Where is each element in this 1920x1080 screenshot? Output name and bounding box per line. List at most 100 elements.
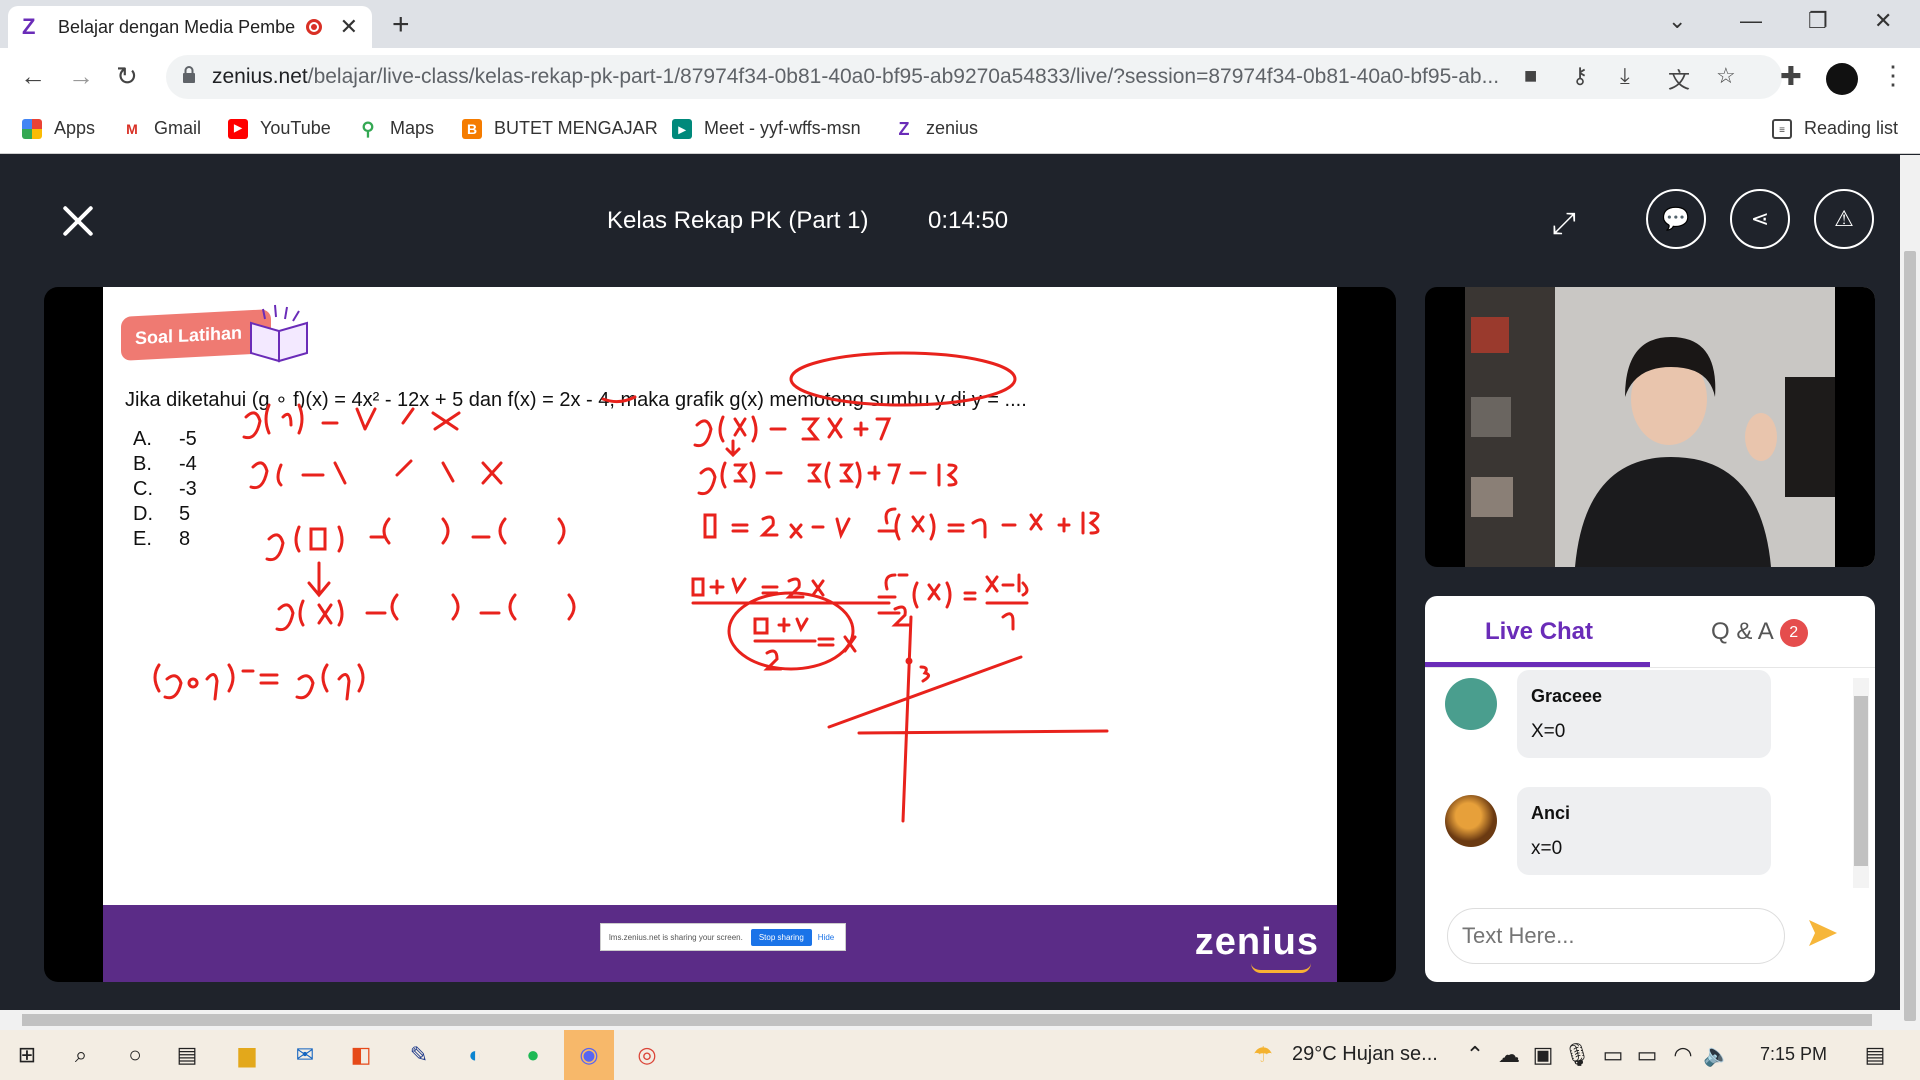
presentation-stage: Soal Latihan Jika diketahui (g ∘ f)(x) =… (44, 287, 1396, 982)
class-timer: 0:14:50 (928, 207, 1009, 234)
live-class-page: Kelas Rekap PK (Part 1) 0:14:50 ⤢ 💬 ⋖ ⚠ … (0, 155, 1900, 1010)
restore-button[interactable]: ❐ (1808, 8, 1828, 34)
battery-icon[interactable]: ▭ (1632, 1040, 1662, 1070)
chat-input[interactable] (1447, 908, 1785, 964)
close-window-button[interactable]: ✕ (1874, 8, 1892, 34)
menu-dots-icon[interactable]: ⋮ (1880, 60, 1906, 91)
message-author: Anci (1531, 803, 1571, 823)
maps-pin-icon: ⚲ (358, 118, 378, 139)
discord-icon[interactable]: ◉ (574, 1040, 604, 1070)
close-class-icon[interactable] (62, 205, 94, 237)
camera-in-use-icon[interactable]: ■ (1524, 63, 1537, 89)
minimize-button[interactable]: — (1740, 8, 1762, 34)
chat-toggle-button[interactable]: 💬 (1646, 189, 1706, 249)
display-icon[interactable]: ▭ (1598, 1040, 1628, 1070)
share-message: lms.zenius.net is sharing your screen. (609, 932, 743, 942)
hide-share-button[interactable]: Hide (818, 933, 834, 942)
search-icon[interactable]: ⌕ (66, 1040, 96, 1070)
bookmark-meet[interactable]: ▸ Meet - yyf-wffs-msn (672, 118, 861, 139)
stop-sharing-button[interactable]: Stop sharing (750, 928, 812, 946)
tab-title: Belajar dengan Media Pembe (58, 16, 296, 37)
bookmark-maps[interactable]: ⚲ Maps (358, 118, 434, 139)
whiteboard-icon[interactable]: ✎ (404, 1040, 434, 1070)
notifications-icon[interactable]: ▤ (1860, 1040, 1890, 1070)
reload-icon[interactable]: ↻ (116, 61, 138, 92)
forward-icon[interactable]: → (68, 61, 94, 92)
profile-avatar[interactable] (1826, 63, 1858, 95)
meet-icon: ▸ (672, 118, 692, 139)
browser-tab-strip: Z Belajar dengan Media Pembe ✕ + ⌄ — ❐ ✕ (0, 0, 1920, 48)
install-icon[interactable]: ⤓ (1620, 63, 1630, 89)
spotify-icon[interactable]: ● (518, 1040, 548, 1070)
weather-text[interactable]: 29°C Hujan se... (1292, 1043, 1438, 1066)
tab-close-icon[interactable]: ✕ (340, 14, 358, 40)
windows-taskbar: ⊞ ⌕ ○ ▤ ▆ ✉ ◧ ✎ ◐ ● ◉ ◎ ☂ 29°C Hujan se.… (0, 1030, 1920, 1080)
gmail-icon: M (122, 118, 142, 139)
bookmark-star-icon[interactable]: ☆ (1716, 63, 1736, 89)
address-bar[interactable]: zenius.net/belajar/live-class/kelas-reka… (166, 55, 1782, 99)
wifi-icon[interactable]: ◠ (1668, 1040, 1698, 1070)
reading-list-button[interactable]: ≡ Reading list (1772, 118, 1898, 139)
page-vertical-scrollbar[interactable] (1900, 155, 1920, 1030)
volume-icon[interactable]: 🔈 (1702, 1040, 1732, 1070)
clock[interactable]: 7:15 PM (1760, 1044, 1827, 1065)
tray-expand-icon[interactable]: ⌃ (1460, 1040, 1490, 1070)
recording-icon (305, 19, 322, 35)
message-text: x=0 (1531, 838, 1563, 859)
navigation-bar: ← → ↻ zenius.net/belajar/live-class/kela… (0, 48, 1920, 106)
bookmark-zenius[interactable]: Z zenius (894, 118, 978, 139)
edge-icon[interactable]: ◐ (460, 1040, 490, 1070)
vertical-scroll-thumb[interactable] (1904, 251, 1916, 1021)
bookmarks-bar: Apps M Gmail ▶ YouTube ⚲ Maps B BUTET ME… (0, 106, 1920, 154)
bookmark-apps[interactable]: Apps (22, 118, 95, 139)
chrome-icon[interactable]: ◎ (632, 1040, 662, 1070)
bookmark-gmail[interactable]: M Gmail (122, 118, 201, 139)
new-tab-button[interactable]: + (392, 8, 410, 42)
lock-icon (183, 66, 195, 83)
browser-tab[interactable]: Z Belajar dengan Media Pembe ✕ (8, 6, 372, 48)
presentation-slide: Soal Latihan Jika diketahui (g ∘ f)(x) =… (103, 287, 1337, 982)
task-view-icon[interactable]: ▤ (172, 1040, 202, 1070)
reading-list-icon: ≡ (1772, 118, 1792, 139)
key-icon[interactable]: ⚷ (1572, 63, 1588, 89)
tab-search-icon[interactable]: ⌄ (1668, 8, 1686, 34)
zenius-logo: zenius (1194, 921, 1319, 963)
horizontal-scroll-thumb[interactable] (22, 1014, 1872, 1026)
message-bubble: Anci x=0 (1517, 787, 1771, 875)
camera-tray-icon[interactable]: ▣ (1528, 1040, 1558, 1070)
windows-start-icon[interactable]: ⊞ (12, 1040, 42, 1070)
logo-smile (1251, 963, 1311, 973)
avatar (1445, 795, 1497, 847)
cortana-icon[interactable]: ○ (120, 1040, 150, 1070)
mail-icon[interactable]: ✉ (290, 1040, 320, 1070)
avatar (1445, 678, 1497, 730)
chat-scrollbar[interactable] (1853, 678, 1869, 888)
screen-share-banner: lms.zenius.net is sharing your screen. S… (600, 923, 846, 951)
weather-icon: ☂ (1253, 1042, 1273, 1067)
chat-panel: Live Chat Q & A2 Graceee X=0 Anci x=0 (1425, 596, 1875, 982)
tab-live-chat[interactable]: Live Chat (1485, 618, 1593, 646)
send-icon[interactable] (1807, 918, 1839, 948)
chat-scroll-thumb[interactable] (1854, 696, 1868, 866)
message-author: Graceee (1531, 686, 1603, 706)
url-text: zenius.net/belajar/live-class/kelas-reka… (212, 65, 1500, 88)
slide-footer: lms.zenius.net is sharing your screen. S… (103, 905, 1337, 982)
office-icon[interactable]: ◧ (346, 1040, 376, 1070)
youtube-icon: ▶ (228, 118, 248, 139)
tab-qa[interactable]: Q & A2 (1711, 618, 1808, 647)
bookmark-butet[interactable]: B BUTET MENGAJAR (462, 118, 658, 139)
translate-icon[interactable]: 文 (1668, 63, 1690, 95)
page-horizontal-scrollbar[interactable] (0, 1010, 1900, 1030)
report-button[interactable]: ⚠ (1814, 189, 1874, 249)
chat-bubble-icon: 💬 (1662, 206, 1690, 231)
bookmark-youtube[interactable]: ▶ YouTube (228, 118, 331, 139)
video-frame (1465, 287, 1875, 567)
microphone-icon[interactable]: 🎙 (1562, 1040, 1592, 1070)
tab-qa-label: Q & A (1711, 618, 1774, 645)
back-icon[interactable]: ← (20, 61, 46, 92)
share-button[interactable]: ⋖ (1730, 189, 1790, 249)
extensions-icon[interactable]: ✚ (1780, 61, 1802, 92)
onedrive-icon[interactable]: ☁ (1494, 1040, 1524, 1070)
file-explorer-icon[interactable]: ▆ (232, 1040, 262, 1070)
fullscreen-icon[interactable]: ⤢ (1552, 207, 1576, 241)
